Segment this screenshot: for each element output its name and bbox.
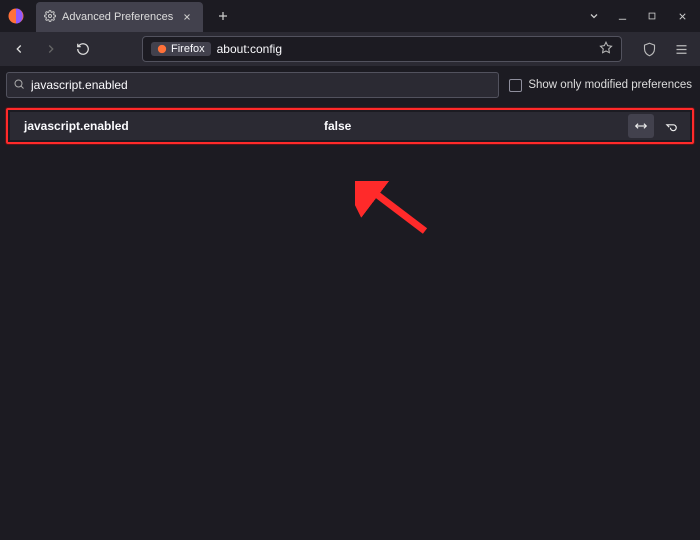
firefox-app-icon [6,6,26,26]
url-bar[interactable]: Firefox about:config [142,36,622,62]
search-icon [13,78,25,93]
forward-button[interactable] [38,36,64,62]
identity-box[interactable]: Firefox [151,42,211,56]
preference-search-input[interactable] [31,78,492,92]
annotation-arrow [355,181,445,241]
tabs-dropdown-button[interactable] [580,2,608,30]
annotation-highlight-box: javascript.enabled false [6,108,694,144]
checkbox-icon [509,79,522,92]
minimize-button[interactable] [608,2,636,30]
tab-close-button[interactable] [179,9,195,25]
show-modified-label: Show only modified preferences [528,79,692,91]
bookmark-star-icon[interactable] [599,41,613,58]
window-controls [608,2,696,30]
url-text: about:config [217,42,282,56]
preference-name: javascript.enabled [24,119,324,133]
browser-tab[interactable]: Advanced Preferences [36,2,203,32]
titlebar: Advanced Preferences [0,0,700,32]
reset-preference-button[interactable] [658,114,684,138]
app-menu-button[interactable] [668,36,694,62]
back-button[interactable] [6,36,32,62]
identity-label: Firefox [171,43,205,55]
about-config-content: Show only modified preferences javascrip… [0,66,700,540]
gear-icon [44,10,56,25]
tab-title: Advanced Preferences [62,11,173,23]
close-window-button[interactable] [668,2,696,30]
toggle-preference-button[interactable] [628,114,654,138]
preference-row[interactable]: javascript.enabled false [10,112,690,140]
maximize-button[interactable] [638,2,666,30]
reload-button[interactable] [70,36,96,62]
nav-toolbar: Firefox about:config [0,32,700,66]
search-row: Show only modified preferences [6,72,694,98]
preference-search-box[interactable] [6,72,499,98]
show-modified-toggle[interactable]: Show only modified preferences [509,79,694,92]
shield-icon[interactable] [636,36,662,62]
preference-value: false [324,119,351,133]
new-tab-button[interactable] [209,2,237,30]
